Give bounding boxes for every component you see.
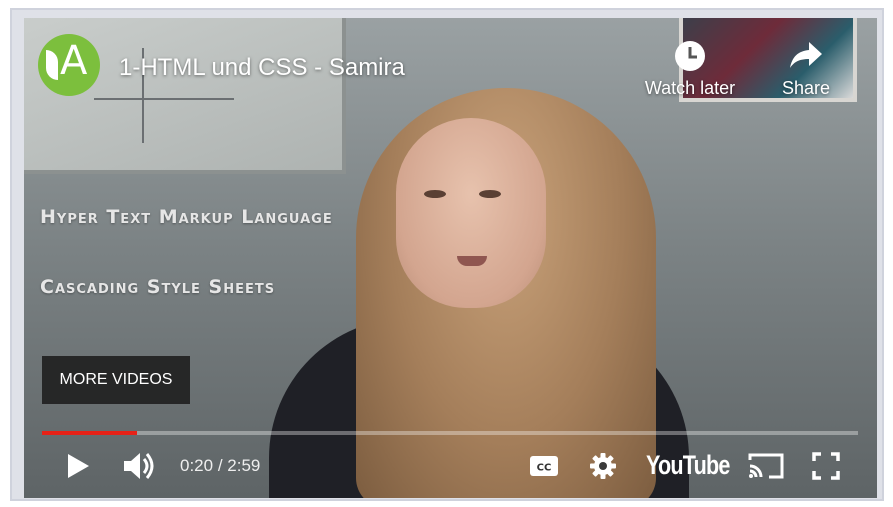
cast-icon <box>748 453 784 479</box>
watch-later-button[interactable]: Watch later <box>631 40 749 99</box>
cast-button[interactable] <box>745 444 787 488</box>
control-bar: 0:20 / 2:59 CC YouTube <box>24 444 877 488</box>
volume-icon <box>124 453 154 479</box>
time-display: 0:20 / 2:59 <box>180 456 260 476</box>
share-arrow-icon <box>772 40 840 72</box>
leaf-icon <box>46 50 58 80</box>
captions-icon: CC <box>530 456 558 476</box>
avatar-letter: A <box>60 38 88 84</box>
svg-text:CC: CC <box>537 463 552 474</box>
progress-bar[interactable] <box>42 431 858 435</box>
progress-played <box>42 431 138 435</box>
watch-later-label: Watch later <box>644 78 736 98</box>
share-label: Share <box>781 78 831 98</box>
scene-text-html: Hyper Text Markup Language <box>40 206 333 228</box>
time-separator: / <box>213 456 228 475</box>
video-player[interactable]: Hyper Text Markup Language Cascading Sty… <box>24 18 877 498</box>
captions-button[interactable]: CC <box>527 444 561 488</box>
share-button[interactable]: Share <box>772 40 840 99</box>
fullscreen-button[interactable] <box>809 444 843 488</box>
fullscreen-icon <box>812 452 840 480</box>
duration: 2:59 <box>227 456 261 475</box>
video-title[interactable]: 1-HTML und CSS - Samira <box>119 54 405 82</box>
speaker-face <box>396 118 546 308</box>
speaker-eye-left <box>424 190 446 198</box>
youtube-logo[interactable]: YouTube <box>646 450 730 481</box>
scene-text-css: Cascading Style Sheets <box>40 276 276 298</box>
speaker-eye-right <box>479 190 501 198</box>
more-videos-button[interactable]: MORE VIDEOS <box>42 356 190 404</box>
play-button[interactable] <box>60 444 96 488</box>
mute-button[interactable] <box>120 444 160 488</box>
channel-avatar[interactable]: A <box>38 34 100 96</box>
play-icon <box>68 454 89 478</box>
current-time: 0:20 <box>180 456 214 475</box>
settings-button[interactable] <box>586 444 620 488</box>
clock-icon <box>631 40 749 72</box>
gear-icon <box>590 453 616 479</box>
